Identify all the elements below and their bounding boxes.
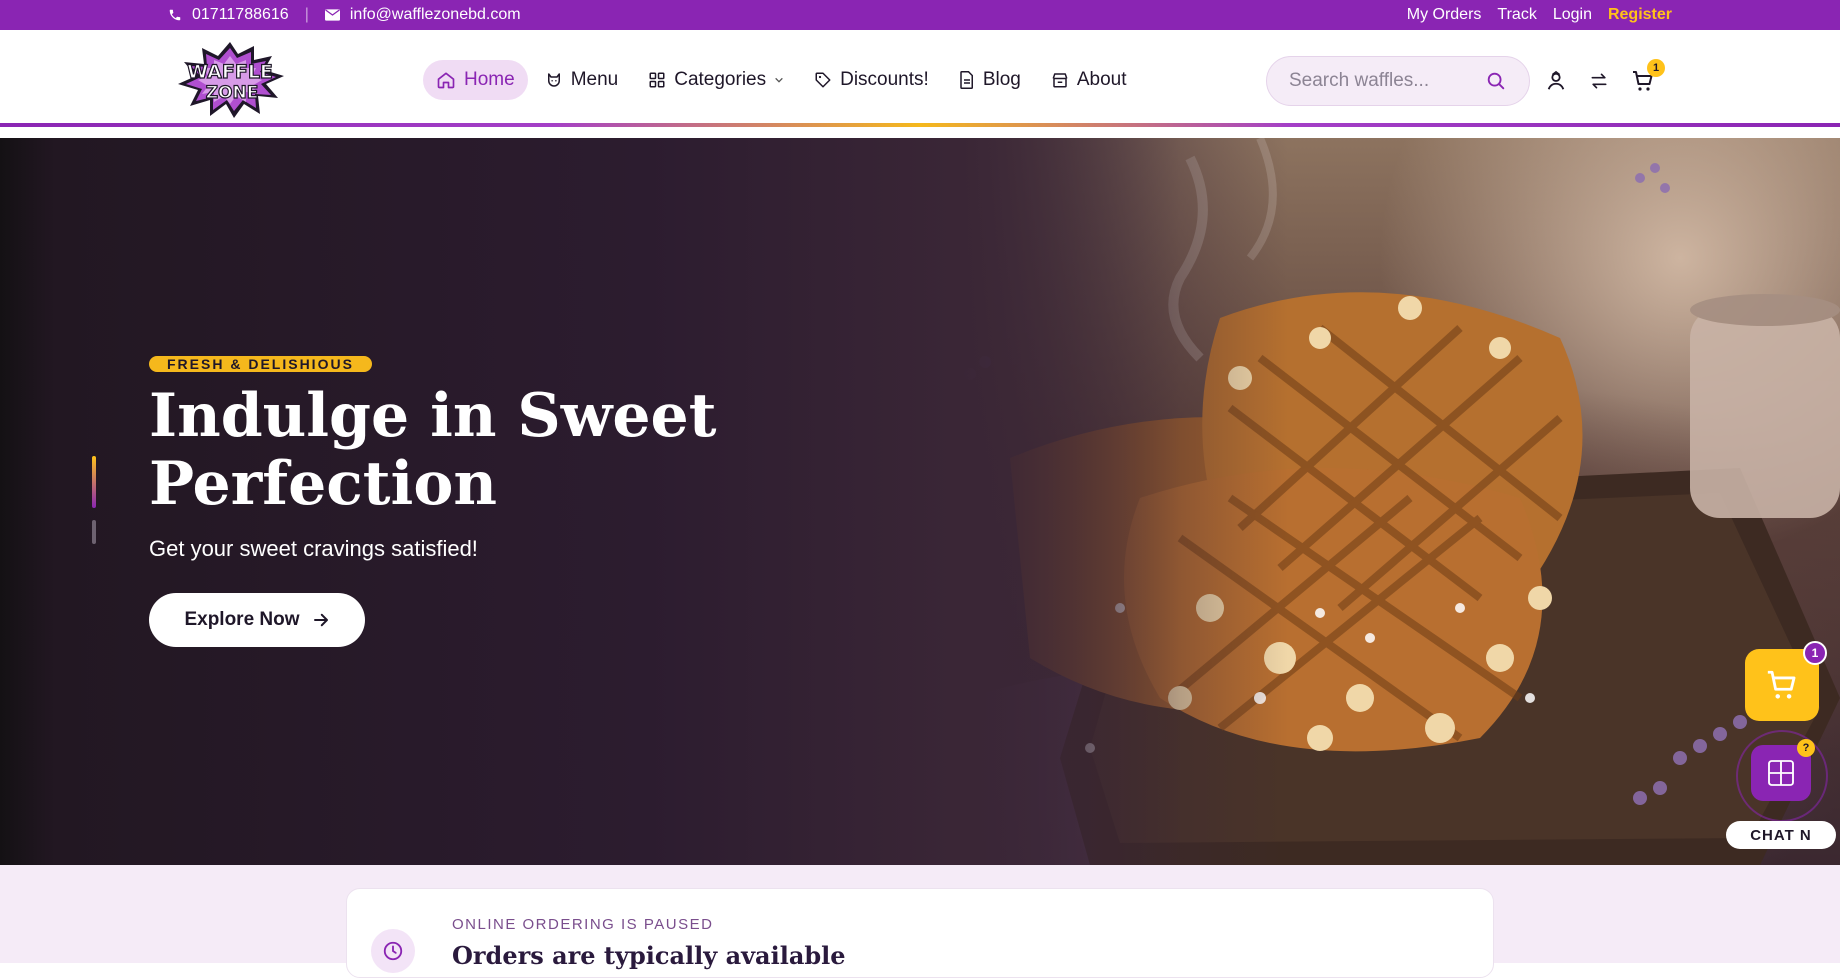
- chat-widget-icon: [1765, 757, 1797, 789]
- nav-blog-label: Blog: [982, 69, 1021, 90]
- chat-button[interactable]: ?: [1751, 739, 1815, 801]
- nav-discounts[interactable]: Discounts!: [801, 60, 942, 100]
- nav-discounts-label: Discounts!: [840, 69, 929, 90]
- cart-icon: [1765, 668, 1799, 702]
- search-icon[interactable]: [1485, 70, 1507, 92]
- tag-icon: [814, 71, 832, 89]
- nav-home-label: Home: [464, 69, 515, 90]
- chevron-down-icon: [774, 75, 784, 85]
- phone-icon: [168, 8, 182, 22]
- store-icon: [1051, 71, 1069, 89]
- cat-icon: [545, 71, 563, 89]
- nav-about[interactable]: About: [1038, 60, 1140, 100]
- user-icon[interactable]: [1545, 70, 1567, 92]
- nav-home[interactable]: Home: [423, 60, 528, 100]
- home-icon: [436, 70, 456, 90]
- divider: |: [304, 6, 309, 23]
- explore-now-label: Explore Now: [184, 609, 300, 630]
- my-orders-link[interactable]: My Orders: [1407, 6, 1482, 24]
- nav-categories-label: Categories: [674, 69, 767, 90]
- search-bar: [1266, 56, 1530, 106]
- nav-menu-label: Menu: [570, 69, 619, 90]
- cart-button[interactable]: 1: [1631, 59, 1665, 93]
- register-link[interactable]: Register: [1608, 6, 1672, 24]
- wafflezone-logo[interactable]: WAFFLE ZONE: [174, 40, 286, 120]
- top-bar: 01711788616 | info@wafflezonebd.com My O…: [0, 0, 1840, 30]
- header-actions: 1: [1545, 59, 1665, 96]
- cart-count-badge: 1: [1647, 59, 1665, 77]
- slide-pager: [92, 456, 96, 544]
- chat-label[interactable]: CHAT N: [1726, 821, 1836, 849]
- email-address[interactable]: info@wafflezonebd.com: [350, 6, 521, 24]
- hero-banner: FRESH & DELISHIOUS Indulge in Sweet Perf…: [0, 138, 1840, 865]
- slide-indicator-active[interactable]: [92, 456, 96, 508]
- login-link[interactable]: Login: [1553, 6, 1592, 24]
- hero-title: Indulge in Sweet Perfection: [149, 381, 717, 519]
- compare-icon[interactable]: [1589, 71, 1609, 91]
- chat-badge: ?: [1797, 739, 1815, 757]
- explore-now-button[interactable]: Explore Now: [149, 593, 365, 647]
- mail-icon: [324, 9, 340, 21]
- hero-tag: FRESH & DELISHIOUS: [149, 356, 372, 372]
- hero-subtitle: Get your sweet cravings satisfied!: [149, 536, 478, 561]
- floating-cart-button[interactable]: 1: [1745, 641, 1827, 721]
- account-links: My Orders Track Login Register: [1407, 0, 1672, 30]
- grid-icon: [648, 71, 666, 89]
- clock-icon: [371, 929, 415, 973]
- nav-blog[interactable]: Blog: [946, 60, 1034, 100]
- nav-categories[interactable]: Categories: [635, 60, 797, 100]
- notice-title: Orders are typically available: [452, 941, 846, 970]
- slide-indicator[interactable]: [92, 520, 96, 544]
- logo-text-bottom: ZONE: [206, 83, 259, 103]
- search-input[interactable]: [1289, 70, 1469, 92]
- nav-about-label: About: [1076, 69, 1127, 90]
- nav-menu[interactable]: Menu: [532, 60, 632, 100]
- header-accent-bar: [0, 123, 1840, 127]
- contact-info: 01711788616 | info@wafflezonebd.com: [168, 0, 521, 30]
- phone-number[interactable]: 01711788616: [192, 6, 289, 24]
- track-link[interactable]: Track: [1497, 6, 1536, 24]
- logo-text-top: WAFFLE: [187, 61, 273, 83]
- main-navigation: Home Menu Categories Discounts! Blog Abo…: [423, 60, 1140, 100]
- main-header: WAFFLE ZONE Home Menu Categories Discoun…: [0, 30, 1840, 127]
- ordering-notice-card: ONLINE ORDERING IS PAUSED Orders are typ…: [346, 888, 1494, 978]
- arrow-right-icon: [312, 611, 330, 629]
- notice-kicker: ONLINE ORDERING IS PAUSED: [452, 916, 714, 933]
- floating-cart-count: 1: [1803, 641, 1827, 665]
- document-icon: [959, 71, 975, 89]
